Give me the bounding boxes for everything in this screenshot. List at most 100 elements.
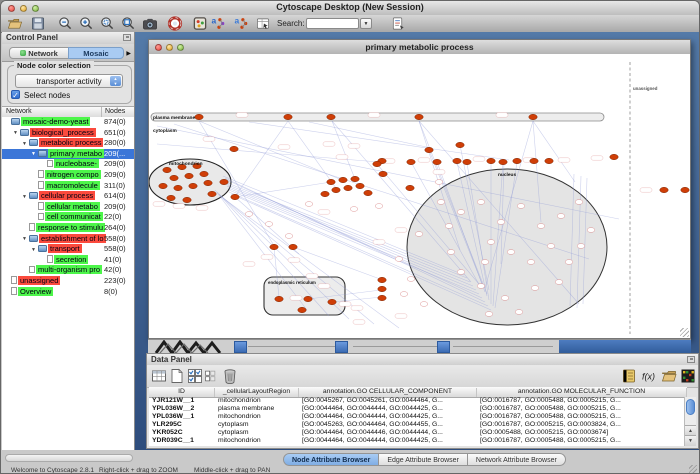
disclosure-triangle-icon[interactable]: ▼ [22, 139, 29, 150]
selected-node[interactable] [204, 180, 212, 185]
node[interactable] [565, 260, 573, 265]
node[interactable] [575, 200, 583, 205]
attribute-notebook-icon[interactable] [621, 368, 637, 384]
selected-node[interactable] [200, 171, 208, 176]
tab-node-attribute-browser[interactable]: Node Attribute Browser [283, 453, 379, 466]
scrollbar-thumb[interactable] [686, 399, 695, 415]
tree-row[interactable]: mosaic-demo-yeast874(0) [2, 117, 134, 128]
tree-column-network[interactable]: Network [6, 108, 32, 115]
matrix-view-icon[interactable] [680, 368, 696, 384]
selected-node[interactable] [195, 114, 203, 119]
tree-row[interactable]: ▼transport558(0) [2, 244, 134, 255]
selected-node[interactable] [433, 159, 441, 164]
selected-node[interactable] [487, 158, 495, 163]
delete-attribute-trash-icon[interactable] [222, 368, 238, 384]
tab-edge-attribute-browser[interactable]: Edge Attribute Browser [379, 453, 468, 466]
select-attributes-icon[interactable] [187, 368, 203, 384]
selected-node[interactable] [284, 114, 292, 119]
import-attributes-folder-icon[interactable] [661, 368, 677, 384]
selected-node[interactable] [373, 161, 381, 166]
zoom-out-icon[interactable] [57, 16, 73, 31]
selected-node[interactable] [456, 142, 464, 147]
disclosure-triangle-icon[interactable]: ▼ [22, 192, 29, 203]
selected-node[interactable] [332, 187, 340, 192]
node[interactable] [457, 210, 465, 215]
node-color-dropdown[interactable]: transporter activity ▲▼ [15, 74, 123, 88]
selected-node[interactable] [364, 190, 372, 195]
select-nodes-checkbox[interactable]: ✓ [11, 90, 20, 99]
table-row[interactable]: YPL036W__1mitochondrion[GO:0044464, GO:0… [149, 413, 687, 421]
control-panel-scrollbar[interactable] [5, 454, 133, 462]
selected-node[interactable] [513, 158, 521, 163]
node[interactable] [527, 260, 535, 265]
selected-node[interactable] [304, 296, 312, 301]
tree-row[interactable]: multi-organism pro42(0) [2, 265, 134, 276]
tree-row[interactable]: ▼metabolic process280(0) [2, 138, 134, 149]
function-builder-icon[interactable]: f(x) [641, 368, 657, 384]
selected-node[interactable] [378, 277, 386, 282]
tree-row[interactable]: Overview8(0) [2, 287, 134, 298]
import-table-icon[interactable] [390, 16, 406, 31]
node[interactable] [477, 284, 485, 289]
disclosure-triangle-icon[interactable]: ▼ [22, 234, 29, 245]
node[interactable] [587, 228, 595, 233]
network-window-titlebar[interactable]: primary metabolic process [149, 40, 690, 55]
edge[interactable] [332, 121, 355, 179]
node[interactable] [435, 180, 443, 185]
node[interactable] [481, 260, 489, 265]
vizmapper-icon[interactable] [192, 16, 208, 31]
selected-node[interactable] [339, 177, 347, 182]
zoom-selected-icon[interactable] [99, 16, 115, 31]
tab-network-attribute-browser[interactable]: Network Attribute Browser [468, 453, 566, 466]
selected-node[interactable] [681, 187, 689, 192]
selected-node[interactable] [406, 185, 414, 190]
search-dropdown-arrow[interactable]: ▼ [360, 18, 372, 29]
float-panel-icon[interactable] [687, 356, 695, 363]
node[interactable] [395, 257, 403, 262]
background-window-button[interactable] [335, 341, 348, 353]
node[interactable] [507, 250, 515, 255]
selected-node[interactable] [356, 183, 364, 188]
node[interactable] [305, 202, 313, 207]
network-canvas[interactable]: plasma membrane cytoplasm mitochondrion … [149, 54, 690, 338]
selected-node[interactable] [530, 158, 538, 163]
selected-node[interactable] [170, 175, 178, 180]
tree-row[interactable]: ▼primary metabo209(... [2, 149, 134, 160]
selected-node[interactable] [545, 158, 553, 163]
scroll-down-button[interactable]: ▼ [685, 435, 696, 446]
tab-mosaic[interactable]: Mosaic [68, 47, 124, 59]
node[interactable] [577, 244, 585, 249]
selected-node[interactable] [328, 299, 336, 304]
tree-row[interactable]: secretion41(0) [2, 255, 134, 266]
selected-node[interactable] [407, 159, 415, 164]
selected-node[interactable] [425, 147, 433, 152]
node[interactable] [497, 220, 505, 225]
background-window-titlebar[interactable] [559, 340, 691, 354]
node[interactable] [555, 280, 563, 285]
node[interactable] [407, 277, 415, 282]
tree-row[interactable]: cell communicat22(0) [2, 212, 134, 223]
float-panel-icon[interactable] [123, 34, 131, 41]
selected-node[interactable] [230, 146, 238, 151]
selected-node[interactable] [379, 171, 387, 176]
selected-node[interactable] [159, 183, 167, 188]
tree-row[interactable]: unassigned223(0) [2, 276, 134, 287]
tree-row[interactable]: ▼establishment of lo558(0) [2, 234, 134, 245]
node[interactable] [487, 240, 495, 245]
tab-overflow-arrow-icon[interactable]: ▶ [126, 50, 131, 57]
node[interactable] [477, 200, 485, 205]
selected-node[interactable] [327, 179, 335, 184]
zoom-in-icon[interactable] [78, 16, 94, 31]
background-window-button[interactable] [234, 341, 247, 353]
save-session-icon[interactable] [30, 16, 46, 31]
selected-node[interactable] [415, 114, 423, 119]
attribute-table-icon[interactable] [151, 368, 167, 384]
open-session-icon[interactable] [7, 16, 23, 31]
node[interactable] [285, 234, 293, 239]
disclosure-triangle-icon[interactable]: ▼ [31, 245, 38, 256]
node[interactable] [245, 212, 253, 217]
table-row[interactable]: YJR121W__1mitochondrion[GO:0045267, GO:0… [149, 397, 687, 405]
column-header[interactable]: annotation.GO CELLULAR_COMPONENT [299, 388, 477, 397]
disclosure-triangle-icon[interactable]: ▼ [31, 149, 38, 160]
node[interactable] [557, 214, 565, 219]
